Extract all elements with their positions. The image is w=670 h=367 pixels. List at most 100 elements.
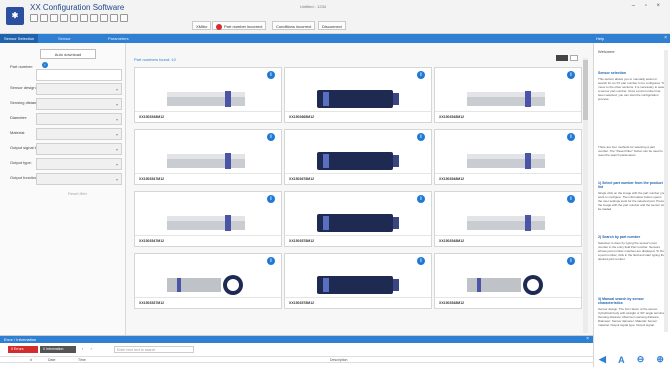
product-list-area: Part numbers found: 10 i XX1503548M12 i XX1… [126, 43, 593, 335]
product-card[interactable]: i XX1503547M12 [134, 129, 282, 185]
card-divider [435, 235, 581, 236]
col-date[interactable]: Date [48, 357, 55, 363]
info-icon[interactable]: i [417, 71, 425, 79]
zoom-in-icon[interactable]: ⊕ [656, 354, 664, 365]
list-view-icon[interactable] [570, 55, 578, 61]
info-icon[interactable]: i [267, 71, 275, 79]
help-intro: Welcome [598, 49, 615, 54]
col-number[interactable]: # [30, 357, 32, 363]
info-icon[interactable]: i [267, 133, 275, 141]
help-scrollbar[interactable] [664, 50, 668, 332]
redo-icon[interactable] [80, 14, 88, 22]
info-icon[interactable]: i [567, 133, 575, 141]
part-number-label: XX1503678M12 [289, 177, 315, 181]
product-card[interactable]: i XX1503537M12 [134, 253, 282, 309]
product-card[interactable]: i XX1503578M12 [284, 253, 432, 309]
card-divider [135, 173, 281, 174]
open-file-icon[interactable] [40, 14, 48, 22]
sensor-image [463, 274, 553, 297]
filter-panel: Auto download Part number: i Sensor desi… [0, 43, 126, 335]
info-icon[interactable]: i [267, 257, 275, 265]
scrollbar-thumb[interactable] [583, 60, 588, 120]
sensor-image [313, 150, 403, 173]
back-icon[interactable]: ◀ [599, 354, 606, 365]
help-paragraph: Selection is done by typing the sensor's… [598, 241, 665, 261]
info-icon[interactable]: i [567, 195, 575, 203]
output-function-select[interactable]: ▾ [36, 173, 122, 185]
grid-view-icon[interactable] [556, 55, 568, 61]
zoom-out-icon[interactable]: ⊖ [637, 354, 645, 365]
product-card[interactable]: i XX1503548M12 [434, 67, 582, 123]
output-type-select[interactable]: ▾ [36, 158, 122, 170]
output-signal-select[interactable]: ▾ [36, 143, 122, 155]
information-filter-button[interactable]: 0 Information [40, 346, 76, 353]
product-card[interactable]: i XX1503548M12 [434, 253, 582, 309]
diameter-select[interactable]: ▾ [36, 113, 122, 125]
log-search-input[interactable]: Enter here text to search [114, 346, 194, 353]
title-bar: ✱ XX Configuration Software Untitled - 1… [0, 0, 670, 34]
tab-sensor-selection[interactable]: Sensor Selection [0, 34, 39, 43]
disconnect-button[interactable]: Disconnect [318, 21, 346, 30]
info-icon[interactable]: i [567, 257, 575, 265]
sensor-design-select[interactable]: ▾ [36, 83, 122, 95]
errors-filter-button[interactable]: 0 Errors [8, 346, 38, 353]
auto-download-button[interactable]: Auto download [40, 49, 96, 59]
close-icon[interactable]: × [664, 34, 667, 43]
conditions-status[interactable]: Conditions incorrect [272, 21, 316, 30]
info-icon[interactable]: i [567, 71, 575, 79]
part-number-label: XX1503548M12 [439, 177, 465, 181]
font-size-icon[interactable]: A [618, 355, 625, 365]
col-time[interactable]: Time [78, 357, 86, 363]
download-icon[interactable] [100, 14, 108, 22]
info-icon[interactable]: i [417, 195, 425, 203]
error-panel-header: Error / Information × [0, 336, 593, 343]
product-list-scrollbar[interactable] [583, 58, 588, 333]
product-card[interactable]: i XX1503547M12 [134, 191, 282, 247]
info-icon[interactable]: i [417, 257, 425, 265]
window-controls[interactable]: – ▫ × [632, 3, 664, 9]
help-header: Help × [593, 34, 670, 43]
app-logo-icon: ✱ [6, 7, 24, 25]
product-card[interactable]: i XX1503548M12 [434, 191, 582, 247]
product-card[interactable]: i XX1503548M12 [134, 67, 282, 123]
save-icon[interactable] [50, 14, 58, 22]
pagination-nav[interactable]: ‹ › [82, 346, 95, 351]
product-card[interactable]: i XX1503548M12 [434, 129, 582, 185]
sensor-image [313, 274, 403, 297]
tab-parameters[interactable]: Parameters [104, 34, 133, 43]
card-divider [285, 173, 431, 174]
card-divider [285, 235, 431, 236]
info-icon[interactable]: i [267, 195, 275, 203]
card-divider [285, 111, 431, 112]
print-icon[interactable] [60, 14, 68, 22]
new-file-icon[interactable] [30, 14, 38, 22]
help-heading: Sensor selection [598, 71, 627, 75]
filter-label-diameter: Diameter: [10, 115, 28, 120]
col-description[interactable]: Description [330, 357, 348, 363]
help-paragraph: There are four methods for selecting a p… [598, 145, 663, 157]
help-title: Help [596, 36, 605, 41]
part-number-status[interactable]: Part number incorrect [212, 21, 267, 30]
undo-icon[interactable] [70, 14, 78, 22]
product-card[interactable]: i XX1503668M12 [284, 67, 432, 123]
connect-icon[interactable] [110, 14, 118, 22]
product-card[interactable]: i XX1503578M12 [284, 191, 432, 247]
close-icon[interactable]: × [586, 336, 589, 343]
info-icon[interactable]: i [42, 62, 48, 68]
card-divider [135, 111, 281, 112]
help-paragraph: This section allows you to manually sele… [598, 77, 666, 101]
filter-label-sensor-design: Sensor design: [10, 85, 37, 90]
tab-sensor[interactable]: Sensor [54, 34, 75, 43]
window-title: Untitled - 1234 [300, 4, 327, 9]
upload-icon[interactable] [90, 14, 98, 22]
part-number-input[interactable] [36, 69, 122, 81]
product-card[interactable]: i XX1503678M12 [284, 129, 432, 185]
settings-icon[interactable] [120, 14, 128, 22]
reset-filter-button[interactable]: Reset filter [68, 191, 87, 196]
info-icon[interactable]: i [417, 133, 425, 141]
xmlbox-button[interactable]: XMlbo [192, 21, 212, 30]
sensing-distance-select[interactable]: ▾ [36, 98, 122, 110]
part-number-label: XX1503547M12 [139, 239, 165, 243]
card-divider [285, 297, 431, 298]
material-select[interactable]: ▾ [36, 128, 122, 140]
